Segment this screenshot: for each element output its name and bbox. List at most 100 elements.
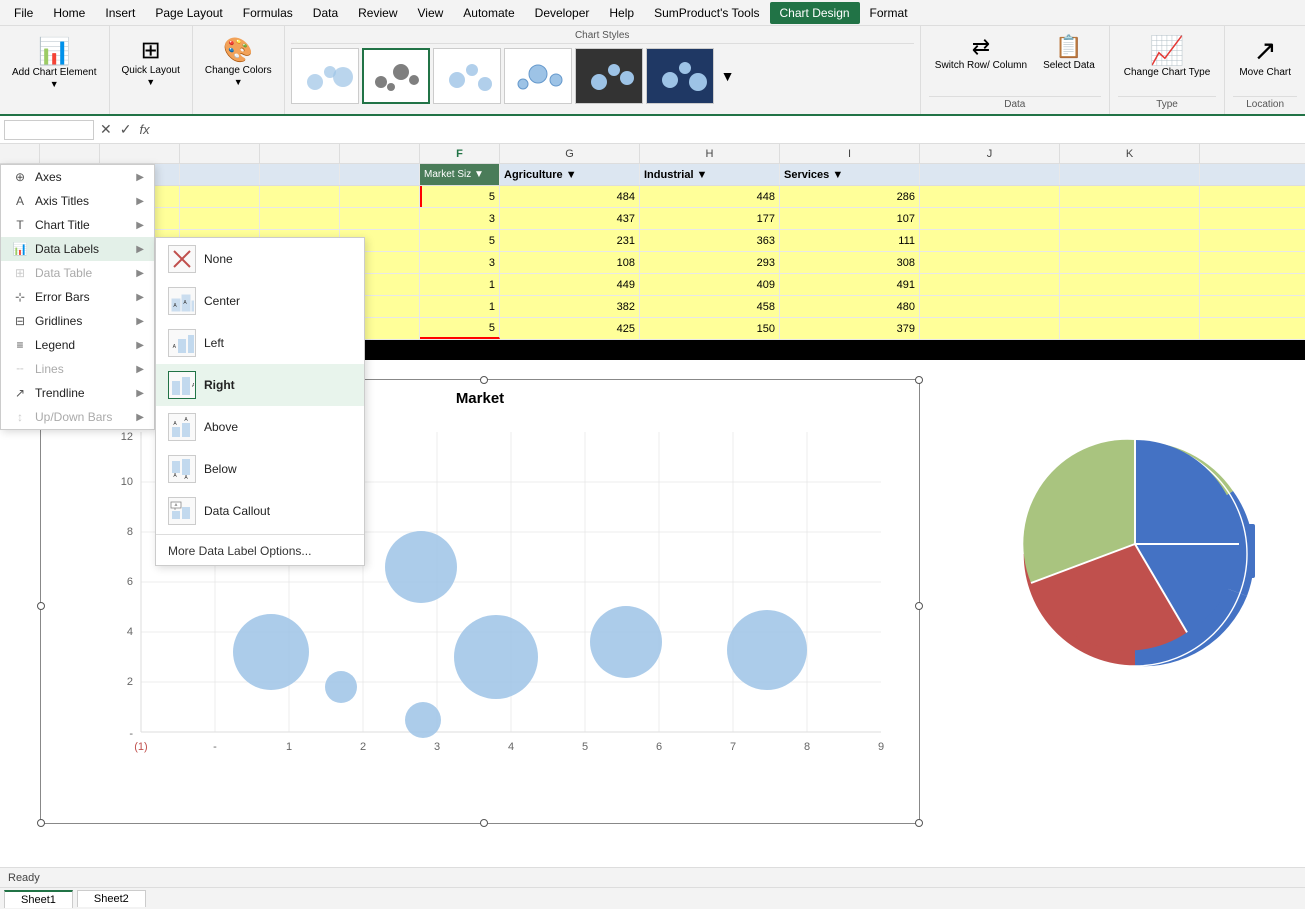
cell-14-J[interactable] [920,252,1060,273]
cell-14-G[interactable]: 108 [500,252,640,273]
cell-15-I[interactable]: 491 [780,274,920,295]
chart-menu-updown-bars[interactable]: ↕ Up/Down Bars ▶ [1,405,154,429]
menu-view[interactable]: View [408,2,454,24]
formula-cancel-icon[interactable]: ✕ [98,119,114,140]
chart-menu-gridlines[interactable]: ⊟ Gridlines ▶ [1,309,154,333]
chart-style-2[interactable] [362,48,430,104]
chart-menu-trendline[interactable]: ↗ Trendline ▶ [1,381,154,405]
name-box[interactable] [4,120,94,140]
cell-16-F[interactable]: 1 [420,296,500,317]
cell-10-K[interactable] [1060,164,1200,185]
menu-chart-design[interactable]: Chart Design [770,2,860,24]
cell-10-H[interactable]: Industrial ▼ [640,164,780,185]
chart-menu-data-labels[interactable]: 📊 Data Labels ▶ [1,237,154,261]
cell-16-J[interactable] [920,296,1060,317]
cell-11-E[interactable] [340,186,420,207]
cell-10-I[interactable]: Services ▼ [780,164,920,185]
sheet-tab-sheet1[interactable]: Sheet1 [4,890,73,908]
formula-fx-icon[interactable]: fx [137,120,151,139]
menu-home[interactable]: Home [43,2,95,24]
handle-top-right[interactable] [915,376,923,384]
cell-15-H[interactable]: 409 [640,274,780,295]
cell-12-F[interactable]: 3 [420,208,500,229]
cell-13-H[interactable]: 363 [640,230,780,251]
cell-17-J[interactable] [920,318,1060,339]
cell-12-G[interactable]: 437 [500,208,640,229]
chart-style-6[interactable] [646,48,714,104]
move-chart-btn[interactable]: ↗ Move Chart [1233,30,1297,82]
cell-13-K[interactable] [1060,230,1200,251]
submenu-none[interactable]: None [156,238,364,280]
change-chart-type-btn[interactable]: 📈 Change Chart Type [1118,30,1217,83]
menu-automate[interactable]: Automate [453,2,524,24]
cell-10-D[interactable] [260,164,340,185]
handle-bottom-right[interactable] [915,819,923,827]
handle-mid-right[interactable] [915,602,923,610]
cell-10-E[interactable] [340,164,420,185]
cell-10-F[interactable]: Market Siz ▼ [420,164,500,185]
submenu-right[interactable]: A Right [156,364,364,406]
cell-11-C[interactable] [180,186,260,207]
cell-10-G[interactable]: Agriculture ▼ [500,164,640,185]
chart-menu-error-bars[interactable]: ⊹ Error Bars ▶ [1,285,154,309]
cell-17-G[interactable]: 425 [500,318,640,339]
cell-14-H[interactable]: 293 [640,252,780,273]
cell-16-G[interactable]: 382 [500,296,640,317]
cell-15-G[interactable]: 449 [500,274,640,295]
menu-insert[interactable]: Insert [95,2,145,24]
menu-review[interactable]: Review [348,2,407,24]
cell-12-E[interactable] [340,208,420,229]
chart-menu-lines[interactable]: ╌ Lines ▶ [1,357,154,381]
cell-11-F[interactable]: 5 [420,186,500,207]
formula-confirm-icon[interactable]: ✓ [118,119,134,140]
cell-12-C[interactable] [180,208,260,229]
quick-layout-btn[interactable]: ⊞ Quick Layout ▼ [118,32,184,91]
cell-17-H[interactable]: 150 [640,318,780,339]
cell-17-K[interactable] [1060,318,1200,339]
cell-12-J[interactable] [920,208,1060,229]
formula-input[interactable] [158,123,1301,137]
cell-11-I[interactable]: 286 [780,186,920,207]
menu-formulas[interactable]: Formulas [233,2,303,24]
cell-11-G[interactable]: 484 [500,186,640,207]
menu-page-layout[interactable]: Page Layout [145,2,232,24]
chart-menu-legend[interactable]: ≡ Legend ▶ [1,333,154,357]
chart-styles-scroll-down[interactable]: ▼ [717,66,739,86]
cell-13-I[interactable]: 111 [780,230,920,251]
cell-12-H[interactable]: 177 [640,208,780,229]
cell-14-K[interactable] [1060,252,1200,273]
cell-16-H[interactable]: 458 [640,296,780,317]
submenu-data-callout[interactable]: A Data Callout [156,490,364,532]
cell-15-J[interactable] [920,274,1060,295]
chart-menu-chart-title[interactable]: T Chart Title ▶ [1,213,154,237]
cell-17-I[interactable]: 379 [780,318,920,339]
chart-style-3[interactable] [433,48,501,104]
cell-15-K[interactable] [1060,274,1200,295]
cell-17-F[interactable]: 5 [420,318,500,339]
cell-15-F[interactable]: 1 [420,274,500,295]
menu-sumproduct[interactable]: SumProduct's Tools [644,2,769,24]
submenu-center[interactable]: A A Center [156,280,364,322]
chart-menu-axis-titles[interactable]: A Axis Titles ▶ [1,189,154,213]
chart-style-5[interactable] [575,48,643,104]
handle-bottom-left[interactable] [37,819,45,827]
submenu-more-options[interactable]: More Data Label Options... [156,537,364,565]
chart-style-4[interactable] [504,48,572,104]
cell-16-I[interactable]: 480 [780,296,920,317]
cell-16-K[interactable] [1060,296,1200,317]
cell-13-G[interactable]: 231 [500,230,640,251]
switch-row-column-btn[interactable]: ⇄ Switch Row/ Column [929,30,1033,76]
cell-11-J[interactable] [920,186,1060,207]
cell-10-C[interactable] [180,164,260,185]
chart-menu-axes[interactable]: ⊕ Axes ▶ [1,165,154,189]
change-colors-btn[interactable]: 🎨 Change Colors ▼ [201,32,276,91]
select-data-btn[interactable]: 📋 Select Data [1037,30,1101,76]
submenu-below[interactable]: A A Below [156,448,364,490]
cell-10-J[interactable] [920,164,1060,185]
cell-11-K[interactable] [1060,186,1200,207]
cell-13-F[interactable]: 5 [420,230,500,251]
cell-14-F[interactable]: 3 [420,252,500,273]
menu-file[interactable]: File [4,2,43,24]
submenu-above[interactable]: A A Above [156,406,364,448]
chart-style-1[interactable] [291,48,359,104]
